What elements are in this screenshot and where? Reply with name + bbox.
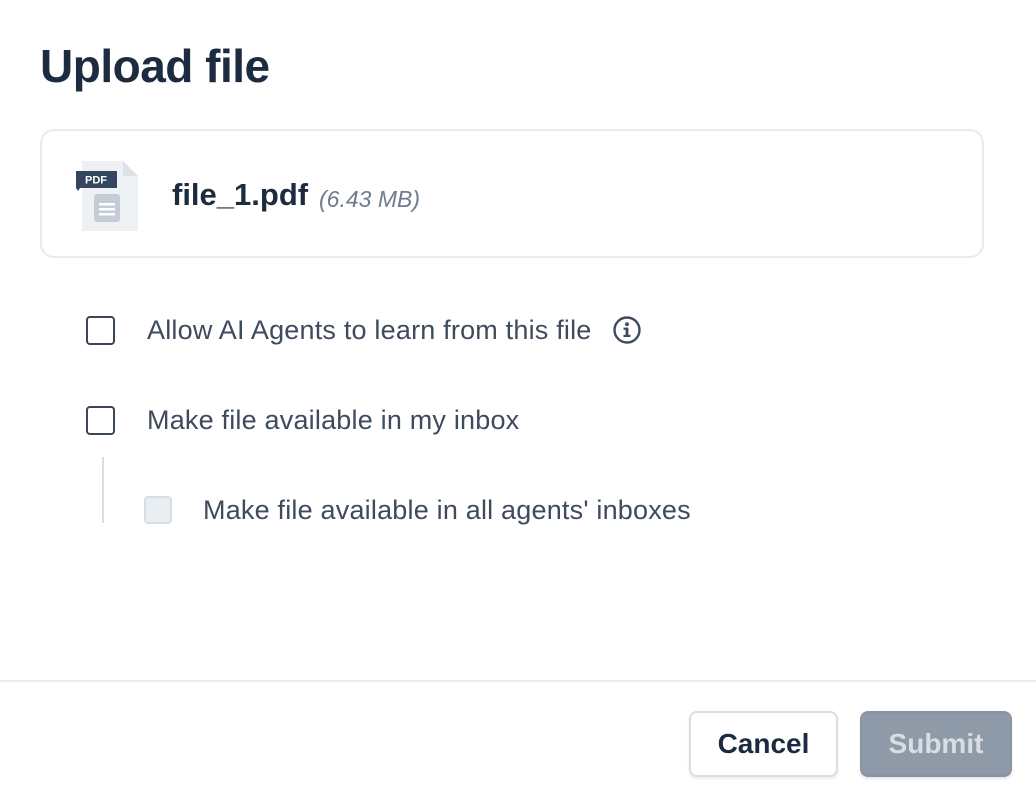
my-inbox-checkbox[interactable] — [86, 405, 115, 435]
pdf-icon-label: PDF — [85, 175, 107, 187]
cancel-button[interactable]: Cancel — [689, 711, 838, 777]
file-card: PDF file_1.pdf (6.43 MB) — [40, 129, 984, 258]
learn-label[interactable]: Allow AI Agents to learn from this file — [147, 314, 592, 346]
all-inboxes-label: Make file available in all agents' inbox… — [203, 495, 691, 525]
my-inbox-label[interactable]: Make file available in my inbox — [147, 404, 519, 436]
submit-button: Submit — [860, 711, 1012, 777]
pdf-file-icon: PDF — [76, 161, 138, 231]
learn-checkbox[interactable] — [86, 315, 115, 345]
file-size: (6.43 MB) — [319, 186, 420, 212]
all-inboxes-checkbox — [144, 496, 172, 524]
all-inboxes-option: Make file available in all agents' inbox… — [144, 494, 691, 526]
footer-divider — [0, 680, 1036, 682]
info-icon[interactable] — [612, 315, 642, 345]
file-name: file_1.pdf — [172, 177, 309, 212]
nested-option-guide-line — [102, 457, 104, 523]
my-inbox-option[interactable]: Make file available in my inbox — [86, 404, 519, 436]
dialog-title: Upload file — [40, 40, 270, 92]
learn-option[interactable]: Allow AI Agents to learn from this file — [86, 314, 642, 346]
